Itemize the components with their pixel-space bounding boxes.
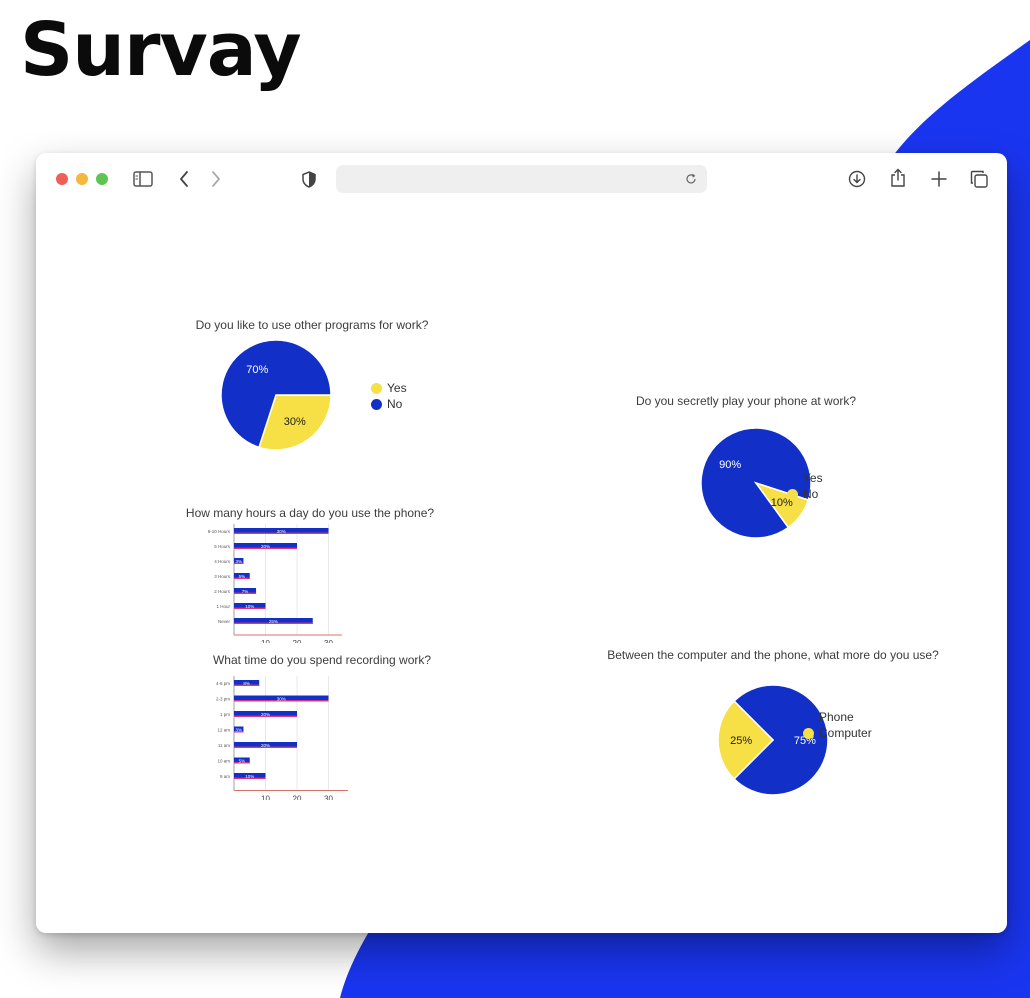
legend-label: Yes — [387, 381, 407, 395]
y-category-label: Never — [218, 619, 231, 624]
bar-value-label: 25% — [269, 619, 278, 624]
page-title: Survay — [20, 7, 302, 93]
legend-item-phone: Phone — [803, 709, 872, 725]
bar-value-label: 3% — [235, 727, 242, 732]
sidebar-icon[interactable] — [133, 170, 153, 188]
y-category-label: 5 Hours — [214, 544, 231, 549]
y-category-label: 1 pm — [220, 712, 230, 717]
x-tick-label: 20 — [293, 639, 302, 643]
pie-svg: 90%10% — [700, 427, 812, 539]
bar-value-label: 20% — [261, 743, 270, 748]
page-content: Do you like to use other programs for wo… — [36, 205, 1007, 933]
legend-swatch — [371, 398, 382, 410]
bar-value-label: 10% — [245, 774, 254, 779]
legend-swatch — [803, 711, 814, 723]
x-tick-label: 10 — [261, 639, 270, 643]
legend-item-yes: Yes — [371, 380, 407, 396]
bar-value-label: 5% — [239, 758, 246, 763]
y-category-label: 3 Hours — [214, 574, 231, 579]
legend-label: No — [803, 487, 819, 501]
pie-value-label: 30% — [284, 416, 306, 428]
legend-swatch — [371, 382, 382, 394]
bar-value-label: 20% — [261, 712, 270, 717]
bar-chart-phone-hours: How many hours a day do you use the phon… — [176, 503, 466, 643]
pie-value-label: 70% — [246, 364, 268, 376]
x-tick-label: 20 — [293, 795, 302, 801]
download-icon[interactable] — [847, 169, 867, 189]
bar-svg: 10 20 30 6-10 Hours 30% 5 Hours 20% 4 Hours 3% 3 … — [208, 524, 342, 643]
browser-window: Do you like to use other programs for wo… — [36, 153, 1007, 933]
legend-label: Phone — [819, 710, 854, 724]
share-icon[interactable] — [888, 167, 908, 189]
bar-value-label: 20% — [261, 544, 270, 549]
pie-svg: 30% 70% — [220, 339, 332, 451]
legend-swatch — [803, 727, 814, 739]
legend-swatch — [787, 488, 798, 500]
legend: Phone Computer — [803, 709, 872, 741]
shield-icon[interactable] — [301, 169, 317, 189]
bar-value-label: 5% — [239, 574, 246, 579]
bar-value-label: 10% — [245, 604, 254, 609]
close-window-button[interactable] — [56, 173, 68, 185]
legend-label: Yes — [803, 471, 823, 485]
bar-value-label: 7% — [242, 589, 249, 594]
forward-icon[interactable] — [210, 170, 222, 188]
y-category-label: 9 am — [220, 774, 230, 779]
pie-value-label: 25% — [730, 735, 752, 747]
x-tick-label: 30 — [324, 639, 333, 643]
y-category-label: 10 am — [217, 759, 230, 764]
pie-svg: 75%25% — [717, 684, 829, 795]
reload-icon[interactable] — [683, 171, 699, 187]
y-category-label: 2 Hours — [214, 589, 231, 594]
new-tab-icon[interactable] — [929, 169, 949, 189]
legend-item-computer: Computer — [803, 725, 872, 741]
bar-svg: 10 20 30 4-6 pm 8% 2-3 pm 30% 1 pm 20% 12 am 3% 11 … — [216, 676, 348, 801]
legend-label: No — [387, 397, 403, 411]
bar-value-label: 30% — [277, 529, 286, 534]
legend-swatch — [787, 472, 798, 484]
pie-chart-play-phone: Do you secretly play your phone at work?… — [626, 391, 926, 541]
bar-value-label: 8% — [243, 681, 250, 686]
legend-item-yes: Yes — [787, 470, 823, 486]
pie-chart-computer-vs-phone: Between the computer and the phone, what… — [596, 645, 976, 795]
back-icon[interactable] — [178, 170, 190, 188]
y-category-label: 1 Hour — [216, 604, 230, 609]
bar-value-label: 3% — [235, 559, 242, 564]
maximize-window-button[interactable] — [96, 173, 108, 185]
tabs-icon[interactable] — [969, 169, 989, 189]
legend: Yes No — [371, 380, 407, 412]
legend-label: Computer — [819, 726, 872, 740]
address-bar[interactable] — [336, 165, 707, 193]
x-tick-label: 10 — [261, 795, 270, 801]
pie-chart-other-programs: Do you like to use other programs for wo… — [166, 315, 456, 465]
pie-value-label: 90% — [719, 459, 741, 471]
browser-toolbar — [36, 153, 1007, 205]
x-tick-label: 30 — [324, 795, 333, 801]
bar-value-label: 30% — [277, 696, 286, 701]
y-category-label: 11 am — [218, 743, 230, 748]
legend: Yes No — [787, 470, 823, 502]
y-category-label: 4 Hours — [214, 559, 231, 564]
y-category-label: 2-3 pm — [216, 697, 230, 702]
minimize-window-button[interactable] — [76, 173, 88, 185]
legend-item-no: No — [787, 486, 823, 502]
y-category-label: 4-6 pm — [216, 681, 230, 686]
y-category-label: 6-10 Hours — [208, 529, 231, 534]
legend-item-no: No — [371, 396, 407, 412]
y-category-label: 12 am — [217, 728, 230, 733]
bar-chart-recording-time: What time do you spend recording work? 1… — [176, 650, 466, 800]
